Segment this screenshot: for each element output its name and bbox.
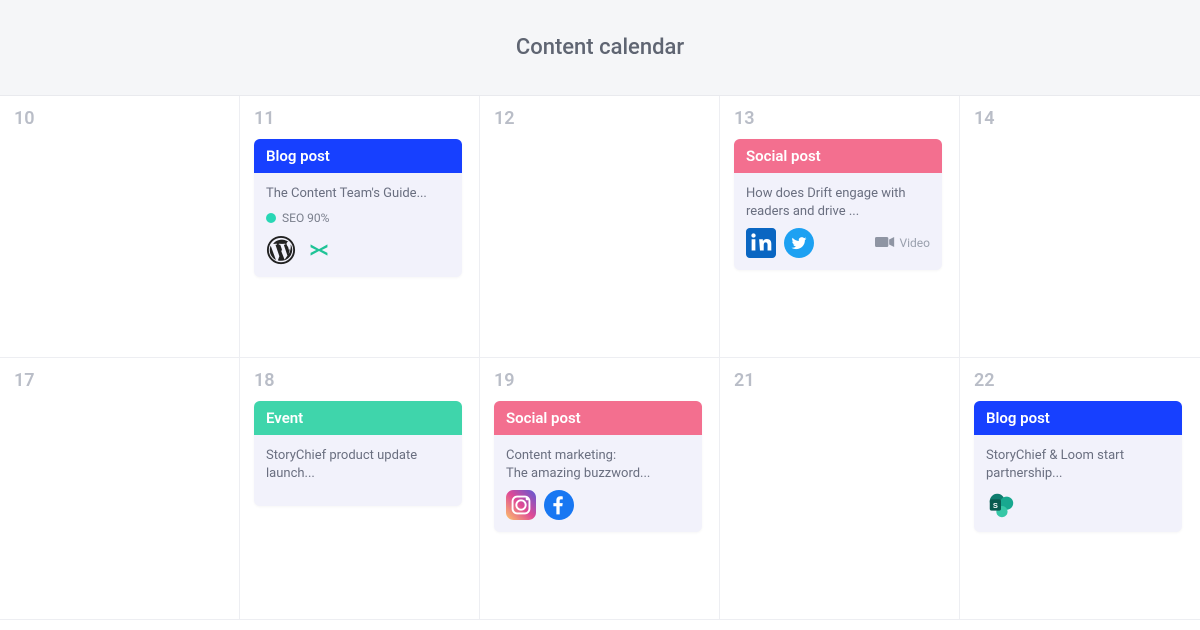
day-number: 19 [494, 370, 709, 391]
day-number: 14 [974, 108, 1190, 129]
seo-dot-icon [266, 213, 276, 223]
day-number: 21 [734, 370, 949, 391]
card-title: StoryChief & Loom start partnership... [986, 447, 1170, 482]
channel-icons: Video [746, 228, 930, 258]
video-label: Video [899, 236, 930, 250]
card-type-label: Event [254, 401, 462, 435]
day-number: 18 [254, 370, 469, 391]
day-cell-14[interactable]: 14 [960, 96, 1200, 358]
day-cell-21[interactable]: 21 [720, 358, 960, 620]
instagram-icon [506, 490, 536, 520]
wordpress-icon [266, 235, 296, 265]
card-type-label: Blog post [254, 139, 462, 173]
channel-icons: S [986, 490, 1170, 520]
card-title: StoryChief product update launch... [266, 447, 450, 482]
channel-icons [266, 235, 450, 265]
card-type-label: Blog post [974, 401, 1182, 435]
page-header: Content calendar [0, 0, 1200, 96]
day-cell-18[interactable]: 18 Event StoryChief product update launc… [240, 358, 480, 620]
twitter-icon [784, 228, 814, 258]
video-icon [875, 235, 895, 252]
day-cell-10[interactable]: 10 [0, 96, 240, 358]
card-title: Content marketing: The amazing buzzword.… [506, 447, 690, 482]
card-title: The Content Team's Guide... [266, 185, 450, 203]
sharepoint-icon: S [986, 490, 1016, 520]
day-cell-19[interactable]: 19 Social post Content marketing: The am… [480, 358, 720, 620]
day-number: 10 [14, 108, 229, 129]
day-cell-17[interactable]: 17 [0, 358, 240, 620]
day-cell-11[interactable]: 11 Blog post The Content Team's Guide...… [240, 96, 480, 358]
card-event[interactable]: Event StoryChief product update launch..… [254, 401, 462, 506]
day-number: 12 [494, 108, 709, 129]
svg-text:S: S [993, 501, 998, 510]
channel-icons [506, 490, 690, 520]
day-cell-12[interactable]: 12 [480, 96, 720, 358]
card-blog-post[interactable]: Blog post The Content Team's Guide... SE… [254, 139, 462, 277]
calendar-grid: 10 11 Blog post The Content Team's Guide… [0, 96, 1200, 620]
card-social-post[interactable]: Social post Content marketing: The amazi… [494, 401, 702, 532]
day-cell-22[interactable]: 22 Blog post StoryChief & Loom start par… [960, 358, 1200, 620]
card-social-post[interactable]: Social post How does Drift engage with r… [734, 139, 942, 270]
seo-indicator: SEO 90% [266, 211, 450, 225]
day-number: 13 [734, 108, 949, 129]
card-type-label: Social post [734, 139, 942, 173]
day-number: 11 [254, 108, 469, 129]
card-type-label: Social post [494, 401, 702, 435]
card-title: How does Drift engage with readers and d… [746, 185, 930, 220]
page-title: Content calendar [516, 35, 684, 60]
video-attachment: Video [875, 235, 930, 252]
seo-label: SEO 90% [282, 211, 329, 225]
facebook-icon [544, 490, 574, 520]
linkedin-icon [746, 228, 776, 258]
medium-icon [304, 235, 334, 265]
day-cell-13[interactable]: 13 Social post How does Drift engage wit… [720, 96, 960, 358]
card-blog-post[interactable]: Blog post StoryChief & Loom start partne… [974, 401, 1182, 532]
day-number: 22 [974, 370, 1190, 391]
day-number: 17 [14, 370, 229, 391]
